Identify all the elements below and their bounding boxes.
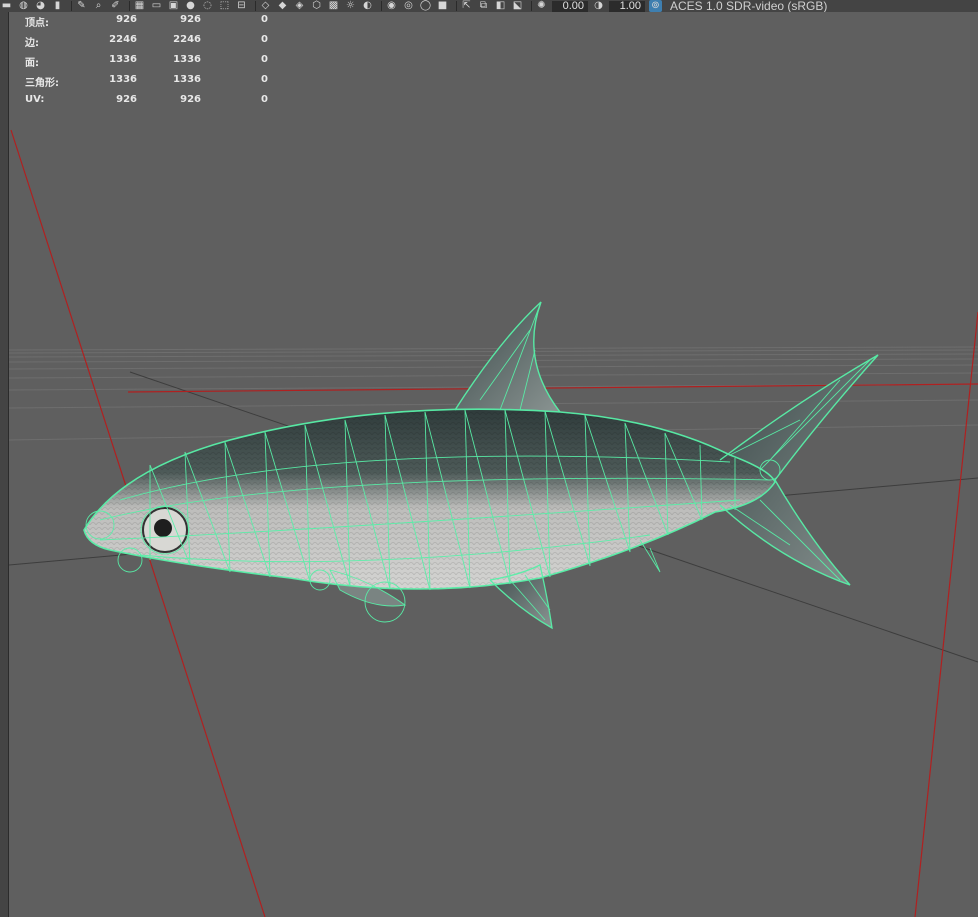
hud-value: 1336 [109,74,137,85]
toolbar-separator [71,1,72,11]
ambient-occlusion-icon[interactable]: ◉ [385,0,398,12]
toolbar-separator [255,1,256,11]
gamma-field[interactable]: 1.00 [609,0,645,12]
shadow-icon[interactable]: ◐ [361,0,374,12]
anti-alias-icon[interactable]: ◯ [419,0,432,12]
exposure-field[interactable]: 0.00 [552,0,588,12]
image-plane-icon[interactable]: ✎ [75,0,88,12]
backface-icon[interactable]: ⬕ [511,0,524,12]
grease-pencil-icon[interactable]: ✐ [109,0,122,12]
resolution-gate-icon[interactable]: ▣ [167,0,180,12]
camera-icon[interactable]: ▬ [0,0,13,12]
safe-action-icon[interactable]: ⬚ [218,0,231,12]
wireframe-on-shaded-icon[interactable]: ⬡ [310,0,323,12]
hud-value: 1336 [173,74,201,85]
color-space-label[interactable]: ACES 1.0 SDR-video (sRGB) [670,0,827,12]
hud-value: 0 [261,54,268,65]
hud-value: 1336 [173,54,201,65]
toolbar-separator [531,1,532,11]
motion-blur-icon[interactable]: ◎ [402,0,415,12]
hud-value: 0 [261,14,268,25]
color-management-icon[interactable]: ⊚ [649,0,662,12]
hud-value: 2246 [109,34,137,45]
hud-row-faces: 面: 1336 1336 0 [25,52,285,72]
hud-value: 0 [261,74,268,85]
hud-value: 0 [261,94,268,105]
toolbar-separator [129,1,130,11]
default-material-icon[interactable]: ◈ [293,0,306,12]
hud-value: 926 [116,14,137,25]
poly-count-hud: 顶点: 926 926 0 边: 2246 2246 0 面: 1336 133… [25,12,285,112]
viewport-3d[interactable] [9,12,978,917]
gamma-icon[interactable]: ◑ [592,0,605,12]
hud-value: 926 [180,14,201,25]
hud-row-vertices: 顶点: 926 926 0 [25,12,285,32]
hud-value: 1336 [109,54,137,65]
hud-row-edges: 边: 2246 2246 0 [25,32,285,52]
camera-lock-icon[interactable]: ◍ [17,0,30,12]
grid-icon[interactable]: ▦ [133,0,146,12]
viewport-toolbar: ▬ ◍ ◕ ▮ ✎ ⌕ ✐ ▦ ▭ ▣ ● ◌ ⬚ ⊟ ◇ ◆ ◈ ⬡ ▩ ☼ … [0,0,978,12]
panel-border [0,12,8,917]
xray-icon[interactable]: ⇱ [460,0,473,12]
field-chart-icon[interactable]: ◌ [201,0,214,12]
xray-joints-icon[interactable]: ⧉ [477,0,490,12]
exposure-icon[interactable]: ✺ [535,0,548,12]
bookmark-icon[interactable]: ▮ [51,0,64,12]
light-icon[interactable]: ☼ [344,0,357,12]
safe-title-icon[interactable]: ⊟ [235,0,248,12]
dorsal-fin [455,302,560,412]
hud-value: 926 [116,94,137,105]
toolbar-separator [456,1,457,11]
camera-attribute-icon[interactable]: ◕ [34,0,47,12]
pan-zoom-icon[interactable]: ⌕ [92,0,105,12]
hud-label: 三角形: [25,78,59,89]
hud-label: 顶点: [25,18,49,29]
hud-value: 926 [180,94,201,105]
xray-components-icon[interactable]: ◧ [494,0,507,12]
smooth-shade-icon[interactable]: ◆ [276,0,289,12]
toolbar-separator [381,1,382,11]
texture-icon[interactable]: ▩ [327,0,340,12]
hud-label: UV: [25,94,45,105]
film-gate-icon[interactable]: ▭ [150,0,163,12]
gate-mask-icon[interactable]: ● [184,0,197,12]
hud-label: 边: [25,38,39,49]
isolate-icon[interactable]: ■ [436,0,449,12]
hud-value: 2246 [173,34,201,45]
hud-row-triangles: 三角形: 1336 1336 0 [25,72,285,92]
hud-row-uvs: UV: 926 926 0 [25,92,285,112]
wireframe-icon[interactable]: ◇ [259,0,272,12]
hud-value: 0 [261,34,268,45]
hud-label: 面: [25,58,39,69]
